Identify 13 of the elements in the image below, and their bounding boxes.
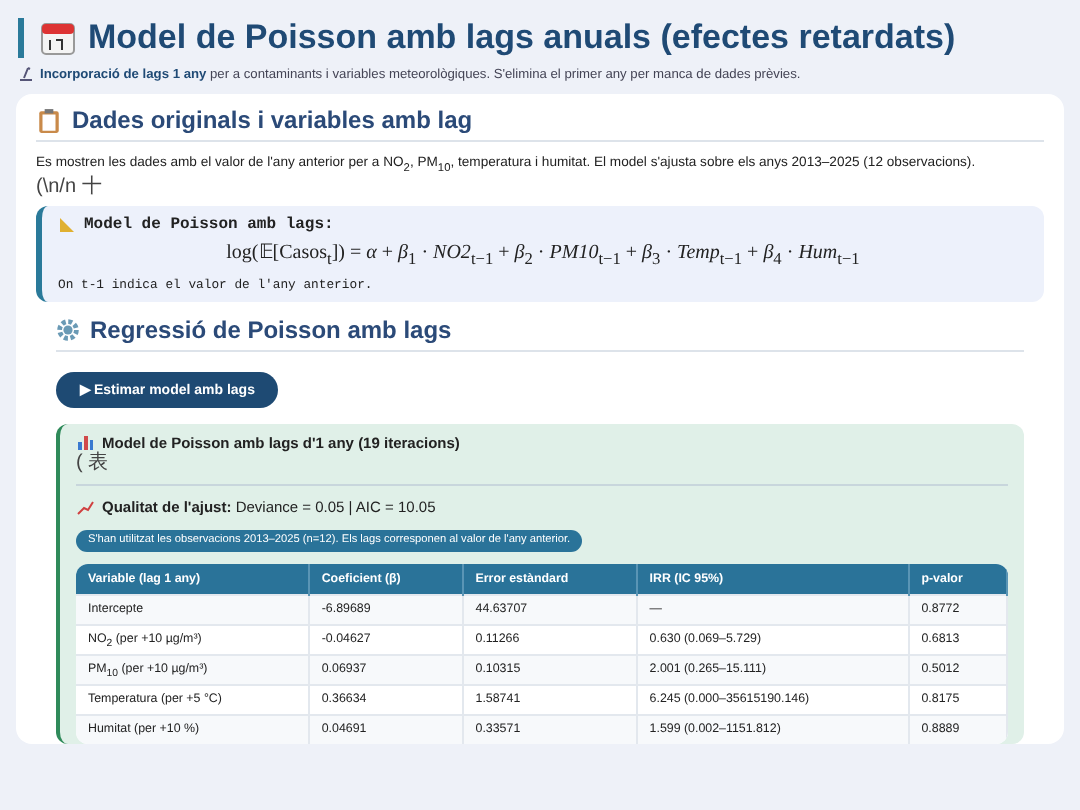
page-title: Model de Poisson amb lags anuals (efectes retardats) <box>88 18 956 58</box>
gear-icon <box>56 318 80 343</box>
section-title: Regressió de Poisson amb lags <box>90 316 452 345</box>
calendar-icon <box>40 20 76 56</box>
ruler-icon <box>58 216 76 235</box>
stray-text: (\n/n 十 <box>36 176 104 199</box>
clipboard-icon <box>36 107 62 133</box>
formula-title: Model de Poisson amb lags: <box>84 216 334 235</box>
trend-chart-icon <box>76 498 94 517</box>
formula: log(𝔼[Casos$_{t}$]) = α + β$_{1}$ · NO2$_{t−1}$ + β$_{2}$ · PM10$_{t−1}$ + β$_{3}$ · Temp$_{t−1}$ + β$_{4}$ · Hum$_{t−1}$ <box>226 240 860 269</box>
bar-chart-icon <box>76 434 94 453</box>
section-title: Dades originals i variables amb lag <box>72 106 473 134</box>
stray-text: ( 表 <box>76 452 111 475</box>
